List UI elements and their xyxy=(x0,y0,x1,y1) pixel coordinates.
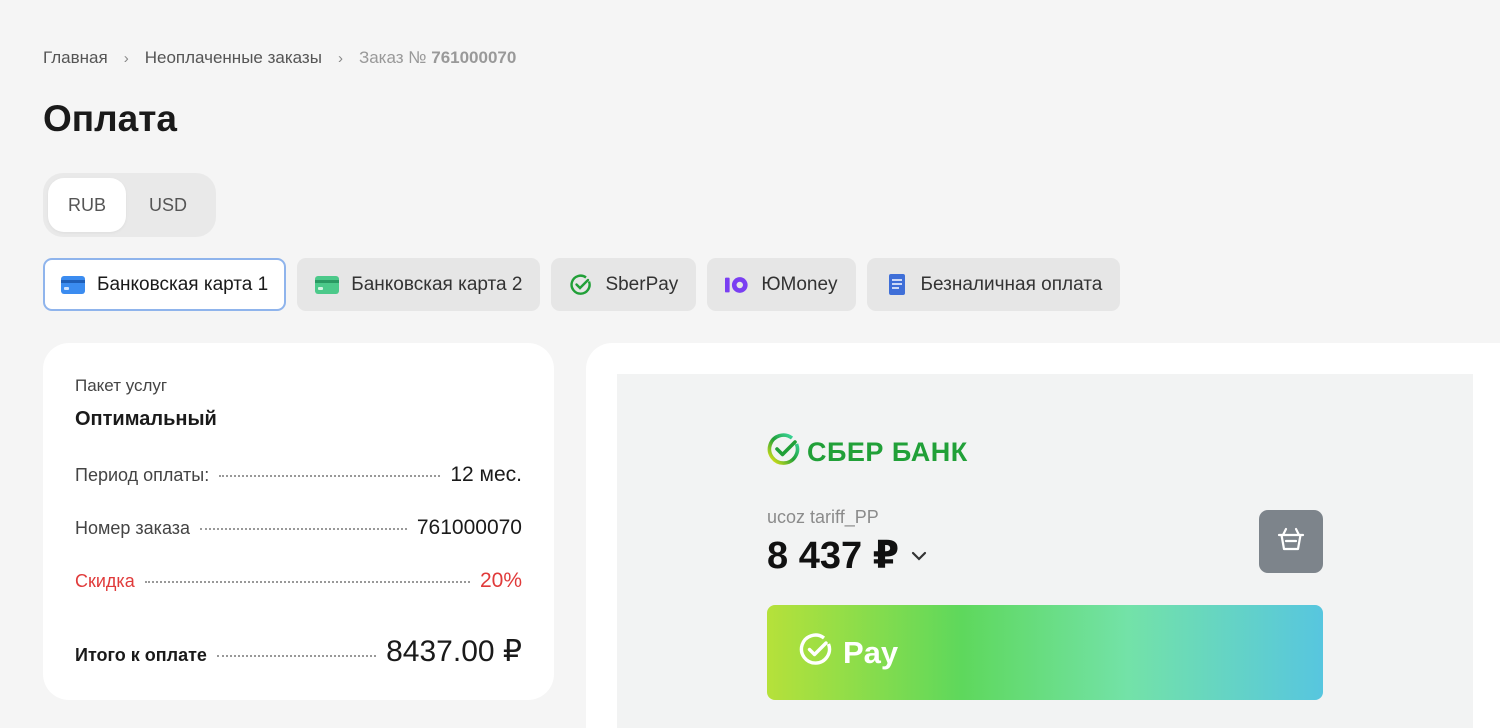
sber-logo-icon xyxy=(767,433,801,472)
period-value: 12 мес. xyxy=(450,463,522,486)
dotted-leader xyxy=(219,475,441,477)
period-row: Период оплаты: 12 мес. xyxy=(75,463,522,487)
total-value: 8437.00 ₽ xyxy=(386,635,522,668)
yoomoney-icon xyxy=(725,273,749,297)
chevron-right-icon: › xyxy=(123,49,129,67)
order-number-value: 761000070 xyxy=(416,516,522,539)
period-label: Период оплаты: xyxy=(75,465,210,485)
bank-card-icon xyxy=(315,273,340,297)
pay-button-label: Pay xyxy=(843,634,899,670)
chevron-down-icon[interactable] xyxy=(911,551,927,561)
merchant-name: ucoz tariff_PP xyxy=(767,507,879,527)
payment-method-label: ЮMoney xyxy=(761,273,838,295)
dotted-leader xyxy=(216,655,377,657)
currency-switch: RUB USD xyxy=(43,173,216,237)
bank-card-icon xyxy=(61,273,85,297)
payment-amount[interactable]: 8 437 ₽ xyxy=(767,533,927,578)
payment-method-cashless[interactable]: Безналичная оплата xyxy=(866,258,1121,311)
order-number-label: Номер заказа xyxy=(75,518,191,538)
currency-usd-button[interactable]: USD xyxy=(126,178,210,232)
breadcrumb-current-number: 761000070 xyxy=(431,48,517,67)
sberpay-pay-button[interactable]: Pay xyxy=(767,605,1323,700)
breadcrumb-current: Заказ № 761000070 xyxy=(359,48,516,68)
basket-icon xyxy=(1276,525,1306,558)
basket-button[interactable] xyxy=(1259,510,1323,573)
payment-method-yoomoney[interactable]: ЮMoney xyxy=(707,258,856,311)
dotted-leader xyxy=(144,581,470,583)
breadcrumb-current-prefix: Заказ № xyxy=(358,48,427,67)
order-summary-card: Пакет услуг Оптимальный Период оплаты: 1… xyxy=(43,343,554,700)
payment-method-label: SberPay xyxy=(605,273,679,295)
order-number-row: Номер заказа 761000070 xyxy=(75,516,522,540)
payment-method-label: Безналичная оплата xyxy=(920,273,1103,295)
payment-method-label: Банковская карта 1 xyxy=(97,273,269,295)
package-label: Пакет услуг xyxy=(75,376,168,395)
check-circle-icon xyxy=(799,633,833,672)
payment-method-label: Банковская карта 2 xyxy=(351,273,523,295)
page-title: Оплата xyxy=(43,98,177,139)
discount-label: Скидка xyxy=(75,571,135,591)
breadcrumb-unpaid-orders[interactable]: Неоплаченные заказы xyxy=(145,48,322,68)
sberpay-icon xyxy=(569,273,593,297)
discount-value: 20% xyxy=(479,569,522,592)
total-row: Итого к оплате 8437.00 ₽ xyxy=(75,634,522,669)
breadcrumb: Главная › Неоплаченные заказы › Заказ № … xyxy=(43,48,516,68)
package-name: Оптимальный xyxy=(75,408,217,430)
payment-method-sberpay[interactable]: SberPay xyxy=(551,258,697,311)
payment-method-bank-card-2[interactable]: Банковская карта 2 xyxy=(297,258,541,311)
payment-method-tabs: Банковская карта 1 Банковская карта 2 Sb… xyxy=(43,258,1131,311)
payment-method-bank-card-1[interactable]: Банковская карта 1 xyxy=(43,258,287,311)
sber-logo-text: СБЕР БАНК xyxy=(807,437,968,467)
invoice-icon xyxy=(885,273,909,297)
sberbank-logo: СБЕР БАНК xyxy=(767,433,968,472)
total-label: Итого к оплате xyxy=(75,645,207,665)
payment-amount-value: 8 437 ₽ xyxy=(767,535,900,577)
breadcrumb-home[interactable]: Главная xyxy=(43,48,108,68)
currency-rub-button[interactable]: RUB xyxy=(48,178,126,232)
discount-row: Скидка 20% xyxy=(75,569,522,593)
dotted-leader xyxy=(200,528,407,530)
chevron-right-icon: › xyxy=(337,49,343,67)
